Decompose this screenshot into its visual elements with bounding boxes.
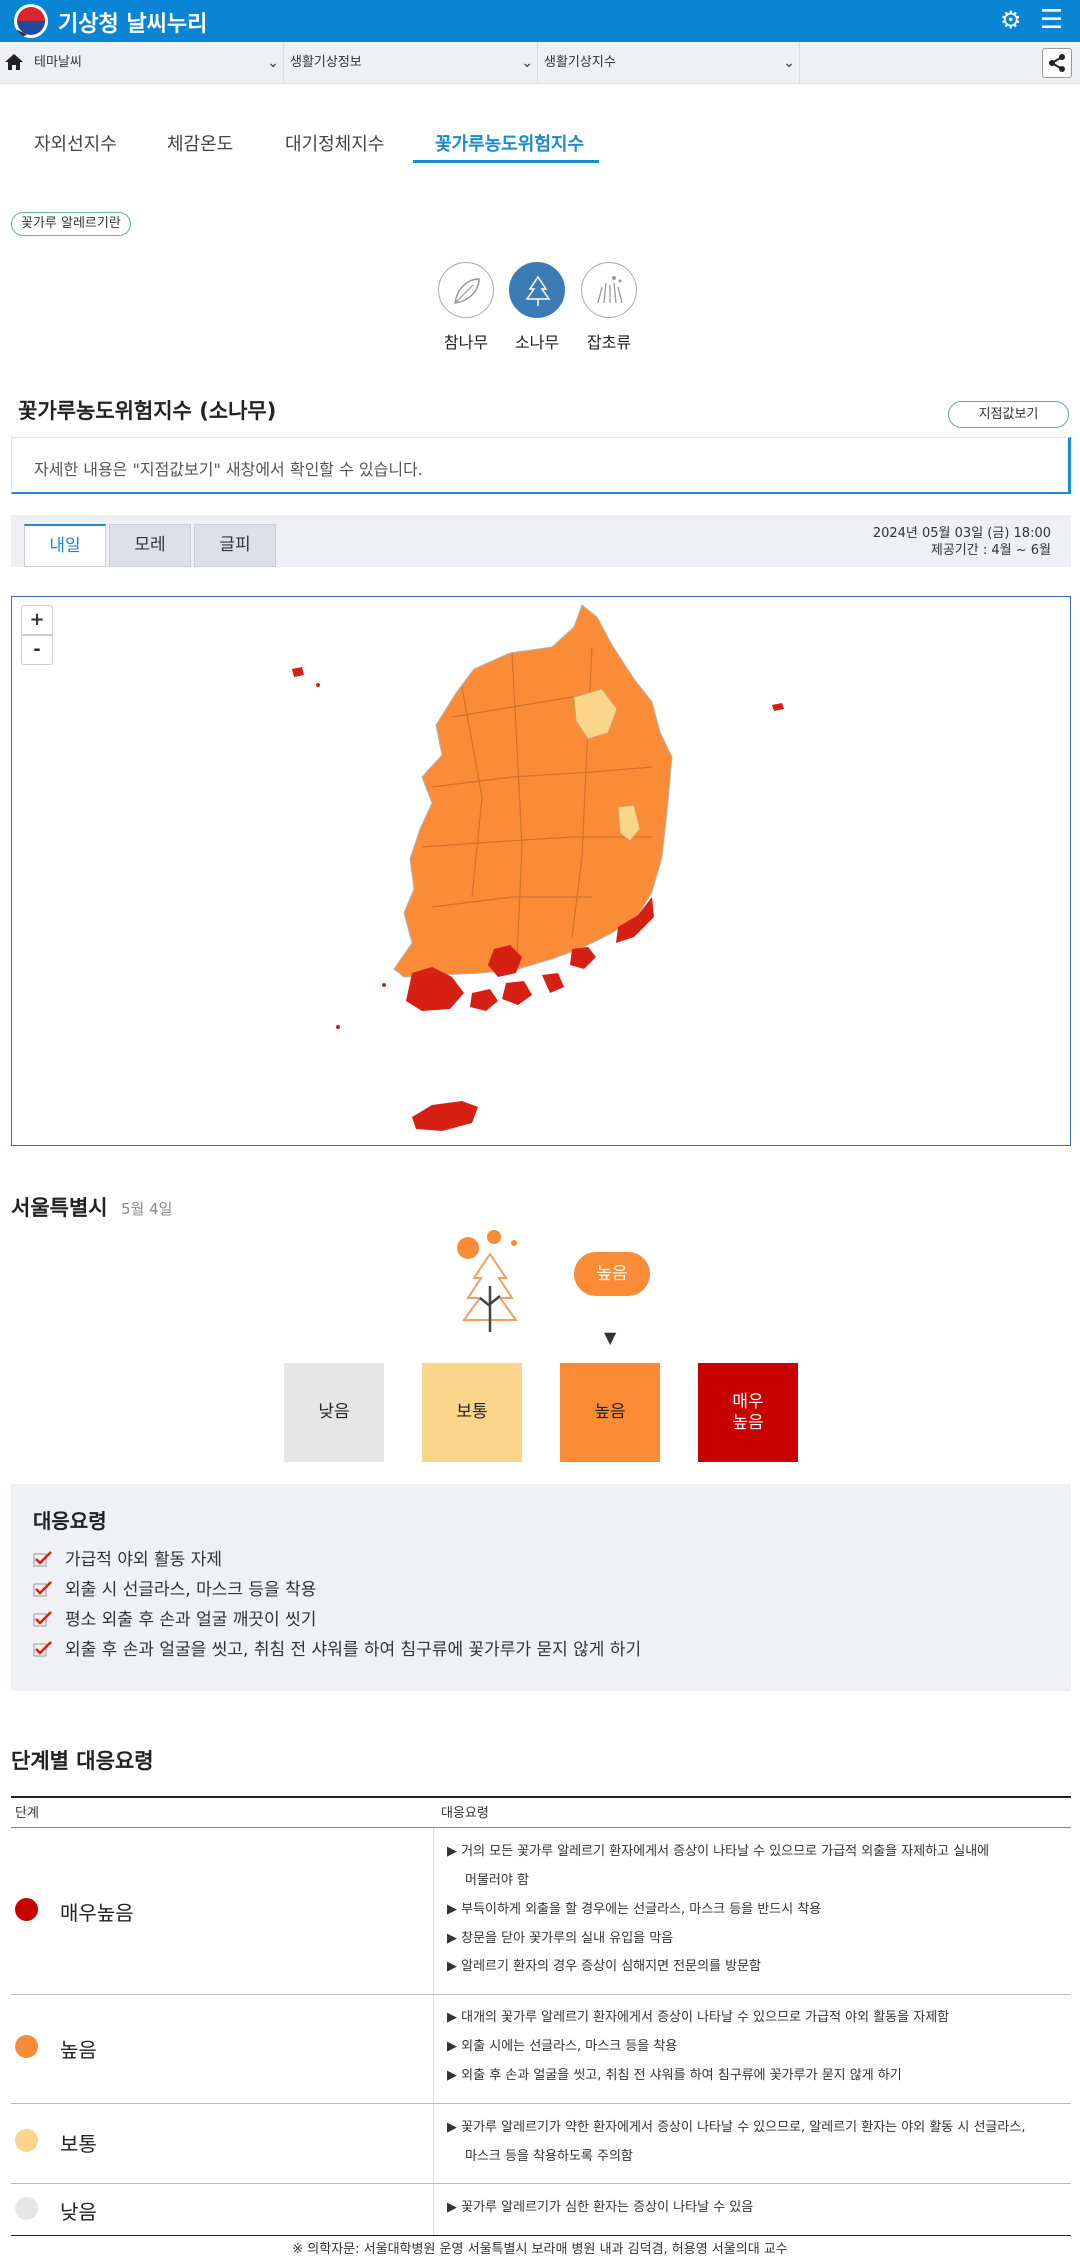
medical-advisory-note: ※ 의학자문: 서울대학병원 운영 서울특별시 보라매 병원 내과 김덕겸, 허…	[292, 2242, 788, 2257]
zoom-out-button[interactable]: -	[21, 635, 53, 665]
col-header-stage: 단계	[15, 1806, 39, 1821]
stage-name: 매우높음	[60, 1901, 134, 1925]
check-icon	[33, 1611, 52, 1627]
home-icon[interactable]	[4, 52, 24, 72]
issue-time: 2024년 05월 03일 (금) 18:00	[872, 526, 1051, 541]
tab-pollen-risk[interactable]: 꽃가루농도위험지수	[435, 130, 584, 156]
kma-logo[interactable]	[14, 4, 48, 38]
theme-select[interactable]: 테마날씨 ⌄	[26, 42, 284, 84]
point-values-button[interactable]: 지점값보기	[948, 401, 1069, 428]
response-item: 외출 후 손과 얼굴을 씻고, 취침 전 샤워를 하여 침구류에 꽃가루가 묻지…	[33, 1635, 641, 1660]
chevron-down-icon: ⌄	[783, 55, 795, 71]
response-title: 대응요령	[33, 1509, 107, 1533]
chevron-down-icon: ⌄	[267, 55, 279, 71]
guideline: 거의 모든 꽃가루 알레르기 환자에게서 증상이 나타날 수 있으므로 가급적 …	[447, 1838, 1067, 1865]
zoom-in-button[interactable]: +	[21, 605, 53, 635]
pine-pollen-icon	[457, 1230, 518, 1332]
weeds-selector[interactable]	[581, 262, 637, 318]
category-selector-bar: 테마날씨 ⌄ 생활기상정보 ⌄ 생활기상지수 ⌄	[0, 42, 1080, 84]
app-title[interactable]: 기상청 날씨누리	[58, 6, 207, 38]
life-info-select[interactable]: 생활기상정보 ⌄	[284, 42, 538, 84]
stage-table-title: 단계별 대응요령	[11, 1749, 154, 1773]
level-very-high: 매우 높음	[698, 1363, 798, 1462]
guideline-cont: 머물러야 함	[465, 1873, 529, 1888]
level-indicator-arrow: ▼	[604, 1328, 617, 1347]
column-divider	[433, 1828, 434, 2237]
notice-box: 자세한 내용은 "지점값보기" 새창에서 확인할 수 있습니다.	[11, 437, 1071, 494]
forecast-date: 5월 4일	[121, 1200, 173, 1218]
level-dot-normal	[15, 2129, 38, 2152]
row-divider	[11, 2103, 1071, 2104]
check-icon	[33, 1551, 52, 1567]
stage-name: 보통	[60, 2132, 97, 2156]
row-divider	[11, 1994, 1071, 1995]
gear-icon[interactable]: ⚙	[1000, 6, 1022, 34]
day-tab-bar: 내일 모레 글피 2024년 05월 03일 (금) 18:00 제공기간 : …	[11, 515, 1071, 567]
oak-selector[interactable]	[438, 262, 494, 318]
tab-two-days-after[interactable]: 글피	[194, 524, 276, 567]
current-level-badge: 높음	[574, 1252, 650, 1296]
table-top-border	[11, 1796, 1071, 1798]
chevron-down-icon: ⌄	[521, 55, 533, 71]
pine-selector[interactable]	[509, 262, 565, 318]
guideline: 외출 시에는 선글라스, 마스크 등을 착용	[447, 2033, 1067, 2060]
check-icon	[33, 1641, 52, 1657]
row-divider	[11, 2183, 1071, 2184]
tab-feels-like[interactable]: 체감온도	[167, 130, 233, 156]
weeds-icon	[597, 276, 623, 304]
share-button[interactable]	[1042, 48, 1072, 78]
weeds-label: 잡초류	[586, 333, 632, 352]
guideline-cont: 마스크 등을 착용하도록 주의함	[465, 2149, 633, 2164]
guideline: 외출 후 손과 얼굴을 씻고, 취침 전 샤워를 하여 침구류에 꽃가루가 묻지…	[447, 2062, 1067, 2089]
life-index-select[interactable]: 생활기상지수 ⌄	[538, 42, 800, 84]
guideline: 꽃가루 알레르기가 심한 환자는 증상이 나타날 수 있음	[447, 2194, 1067, 2221]
pollen-map[interactable]: + -	[11, 596, 1071, 1146]
level-dot-very-high	[15, 1898, 38, 1921]
top-app-bar: 기상청 날씨누리 ⚙ ☰	[0, 0, 1080, 42]
header-divider	[11, 1827, 1071, 1828]
oak-leaf-icon	[454, 278, 480, 304]
issue-info: 2024년 05월 03일 (금) 18:00 제공기간 : 4월 ~ 6월	[873, 525, 1051, 559]
level-normal: 보통	[422, 1363, 522, 1462]
share-icon	[1049, 54, 1065, 72]
guideline: 꽃가루 알레르기가 약한 환자에게서 증상이 나타날 수 있으므로, 알레르기 …	[447, 2114, 1067, 2141]
tab-day-after[interactable]: 모레	[109, 524, 191, 567]
level-dot-low	[15, 2197, 38, 2220]
table-bottom-border	[11, 2235, 1071, 2236]
response-guide: 대응요령 가급적 야외 활동 자제 외출 시 선글라스, 마스크 등을 착용 평…	[11, 1484, 1071, 1691]
response-item: 가급적 야외 활동 자제	[33, 1545, 222, 1570]
tab-air-stagnation[interactable]: 대기정체지수	[285, 130, 384, 156]
response-item: 외출 시 선글라스, 마스크 등을 착용	[33, 1575, 316, 1600]
city-name: 서울특별시	[11, 1196, 108, 1220]
tab-tomorrow[interactable]: 내일	[24, 524, 106, 567]
level-dot-high	[15, 2035, 38, 2058]
guideline: 대개의 꽃가루 알레르기 환자에게서 증상이 나타날 수 있으므로 가급적 야외…	[447, 2004, 1067, 2031]
pine-tree-icon	[525, 275, 551, 306]
level-high: 높음	[560, 1363, 660, 1462]
pollen-allergy-info-button[interactable]: 꽃가루 알레르기란	[11, 212, 131, 236]
oak-label: 참나무	[443, 333, 489, 352]
col-header-response: 대응요령	[441, 1806, 489, 1821]
service-period: 제공기간 : 4월 ~ 6월	[930, 543, 1051, 558]
check-icon	[33, 1581, 52, 1597]
section-title: 꽃가루농도위험지수 (소나무)	[18, 399, 277, 423]
guideline: 알레르기 환자의 경우 증상이 심해지면 전문의를 방문함	[447, 1953, 1067, 1980]
active-tab-indicator	[413, 160, 599, 163]
stage-name: 낮음	[60, 2200, 97, 2224]
guideline: 창문을 닫아 꽃가루의 실내 유입을 막음	[447, 1925, 1067, 1952]
response-item: 평소 외출 후 손과 얼굴 깨끗이 씻기	[33, 1605, 316, 1630]
korea-map[interactable]	[12, 597, 1071, 1146]
menu-icon[interactable]: ☰	[1040, 6, 1063, 34]
guideline: 부득이하게 외출을 할 경우에는 선글라스, 마스크 등을 반드시 착용	[447, 1896, 1067, 1923]
level-low: 낮음	[284, 1363, 384, 1462]
tab-uv-index[interactable]: 자외선지수	[34, 130, 117, 156]
pine-label: 소나무	[514, 333, 560, 352]
stage-name: 높음	[60, 2038, 97, 2062]
